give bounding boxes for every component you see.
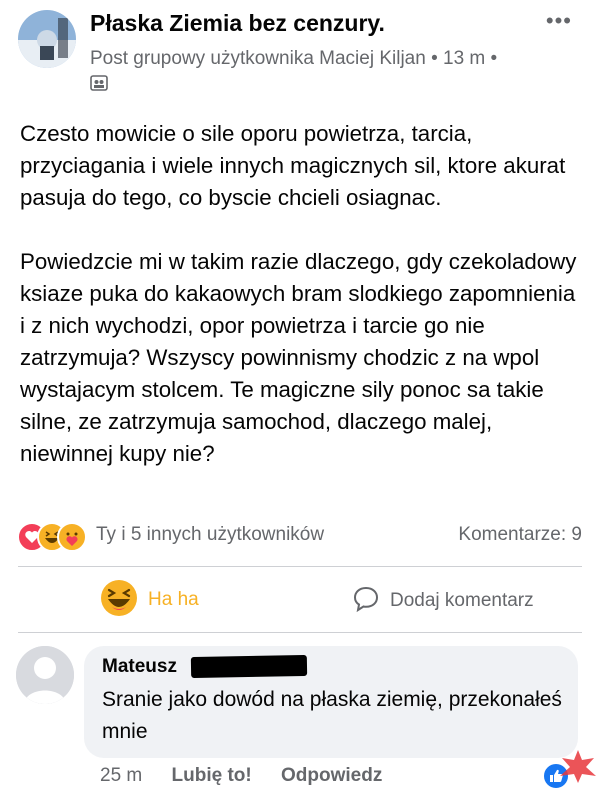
like-link[interactable]: Lubię to! xyxy=(172,765,252,786)
more-horizontal-icon[interactable]: ••• xyxy=(546,8,572,34)
divider xyxy=(18,566,582,567)
commenter-avatar[interactable] xyxy=(16,646,74,704)
comment-text: Sranie jako dowód na płaska ziemię, prze… xyxy=(102,688,562,743)
comments-count[interactable]: Komentarze: 9 xyxy=(458,524,582,546)
divider xyxy=(18,632,582,633)
post-meta: Post grupowy użytkownika Maciej Kiljan •… xyxy=(90,46,520,100)
post-paragraph: Czesto mowicie o sile oporu powietrza, t… xyxy=(20,121,566,210)
haha-label: Ha ha xyxy=(148,589,199,610)
comment-actions: 25 m Lubię to! Odpowiedz xyxy=(100,765,406,787)
add-comment-button[interactable]: Dodaj komentarz xyxy=(352,584,534,618)
haha-icon xyxy=(100,579,138,622)
group-avatar[interactable] xyxy=(18,10,76,68)
group-name[interactable]: Płaska Ziemia bez cenzury. xyxy=(90,10,385,37)
care-icon xyxy=(57,522,87,552)
reaction-summary[interactable]: Ty i 5 innych użytkowników xyxy=(96,524,324,546)
reply-link[interactable]: Odpowiedz xyxy=(281,765,382,786)
add-comment-label: Dodaj komentarz xyxy=(390,590,534,611)
redaction-bar xyxy=(190,654,308,679)
comment-author[interactable]: Mateusz xyxy=(102,656,177,678)
comment-time[interactable]: 25 m xyxy=(100,765,142,786)
comment-icon xyxy=(352,585,380,618)
post-body: Czesto mowicie o sile oporu powietrza, t… xyxy=(20,118,585,470)
friends-icon xyxy=(90,74,108,100)
post-meta-text: Post grupowy użytkownika Maciej Kiljan •… xyxy=(90,48,498,69)
haha-button[interactable]: Ha ha xyxy=(100,579,199,622)
post-paragraph: Powiedzcie mi w takim razie dlaczego, gd… xyxy=(20,249,577,466)
watermark-icon xyxy=(558,748,598,784)
